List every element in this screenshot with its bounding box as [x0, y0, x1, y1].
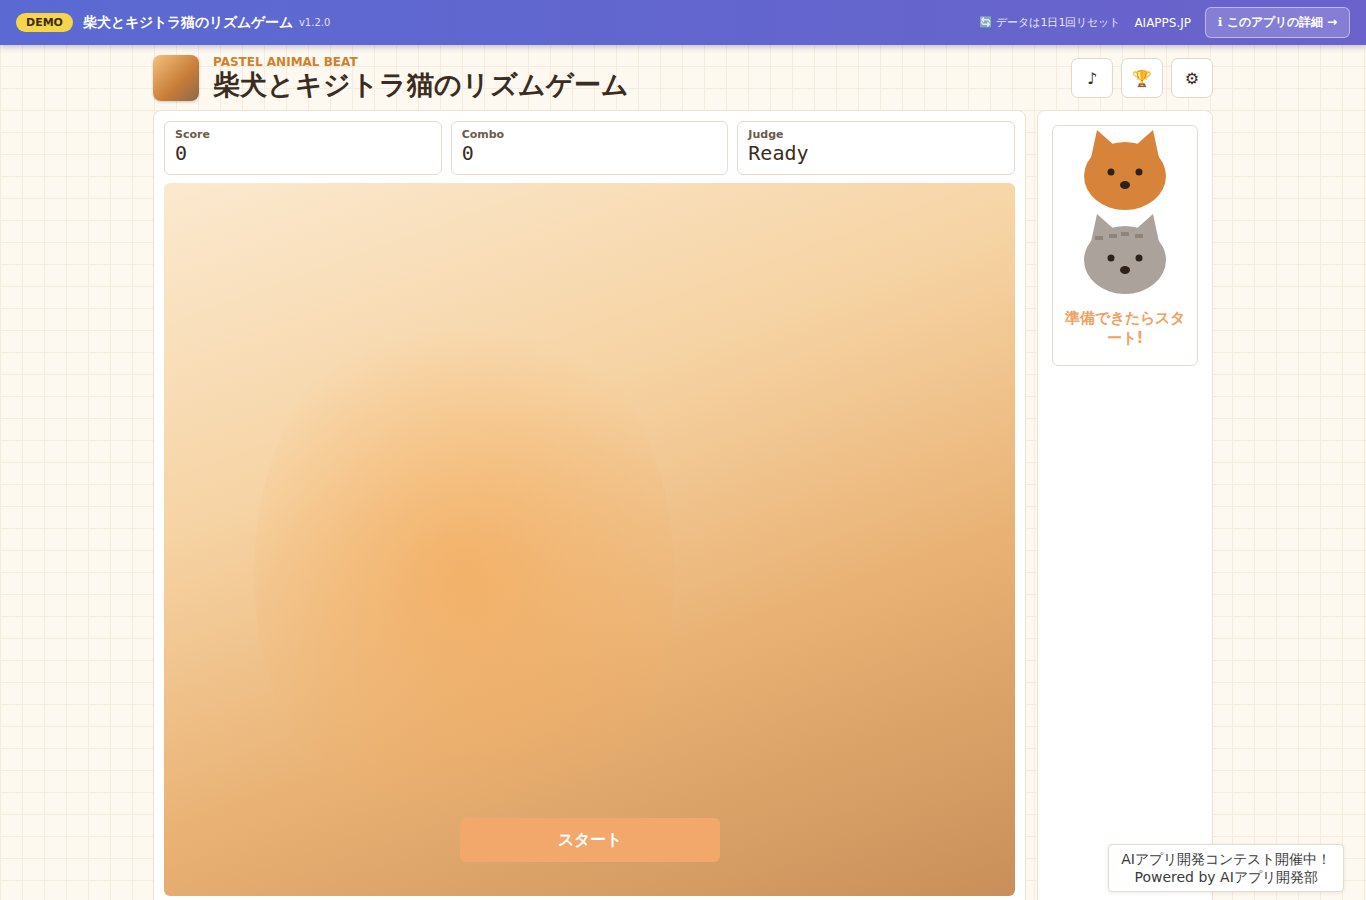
header-button[interactable]: 🏆 [1121, 58, 1163, 98]
header-button[interactable]: ⚙ [1171, 58, 1213, 98]
game-stage[interactable]: スタート [164, 183, 1015, 896]
logo [153, 55, 199, 101]
main: Score0Combo0JudgeReady スタート 準備できたらスタート! [153, 110, 1213, 900]
stat-box: JudgeReady [737, 121, 1015, 175]
subtitle: PASTEL ANIMAL BEAT [213, 55, 629, 69]
version: v1.2.0 [299, 17, 330, 28]
container: PASTEL ANIMAL BEAT柴犬とキジトラ猫のリズムゲーム ♪🏆⚙ Scor… [153, 55, 1213, 900]
reset-notice: 🔄 データは1日1回リセット [979, 15, 1121, 30]
side-panel: 準備できたらスタート! [1037, 110, 1213, 900]
top-bar: DEMO 柴犬とキジトラ猫のリズムゲーム v1.2.0 🔄 データは1日1回リセット A… [0, 0, 1366, 45]
site-link[interactable]: AIAPPS.JP [1134, 16, 1191, 30]
ready-message: 準備できたらスタート! [1061, 308, 1189, 349]
start-button[interactable]: スタート [460, 818, 720, 862]
cat-face-icon [1083, 212, 1167, 296]
page: DEMO 柴犬とキジトラ猫のリズムゲーム v1.2.0 🔄 データは1日1回リセット A… [0, 0, 1366, 900]
title: 柴犬とキジトラ猫のリズムゲーム [213, 69, 629, 101]
header: PASTEL ANIMAL BEAT柴犬とキジトラ猫のリズムゲーム ♪🏆⚙ [153, 55, 1213, 101]
character-card: 準備できたらスタート! [1052, 125, 1198, 366]
stat-box: Combo0 [451, 121, 729, 175]
dog-face-icon [1083, 128, 1167, 212]
demo-badge: DEMO [16, 13, 73, 32]
contest-badge[interactable]: AIアプリ開発コンテスト開催中！Powered by AIアプリ開発部 [1108, 844, 1344, 892]
game-panel: Score0Combo0JudgeReady スタート [153, 110, 1026, 900]
app-title: 柴犬とキジトラ猫のリズムゲーム [83, 14, 293, 32]
details-button[interactable]: ℹ このアプリの詳細 → [1205, 7, 1350, 38]
stat-box: Score0 [164, 121, 442, 175]
header-button[interactable]: ♪ [1071, 58, 1113, 98]
